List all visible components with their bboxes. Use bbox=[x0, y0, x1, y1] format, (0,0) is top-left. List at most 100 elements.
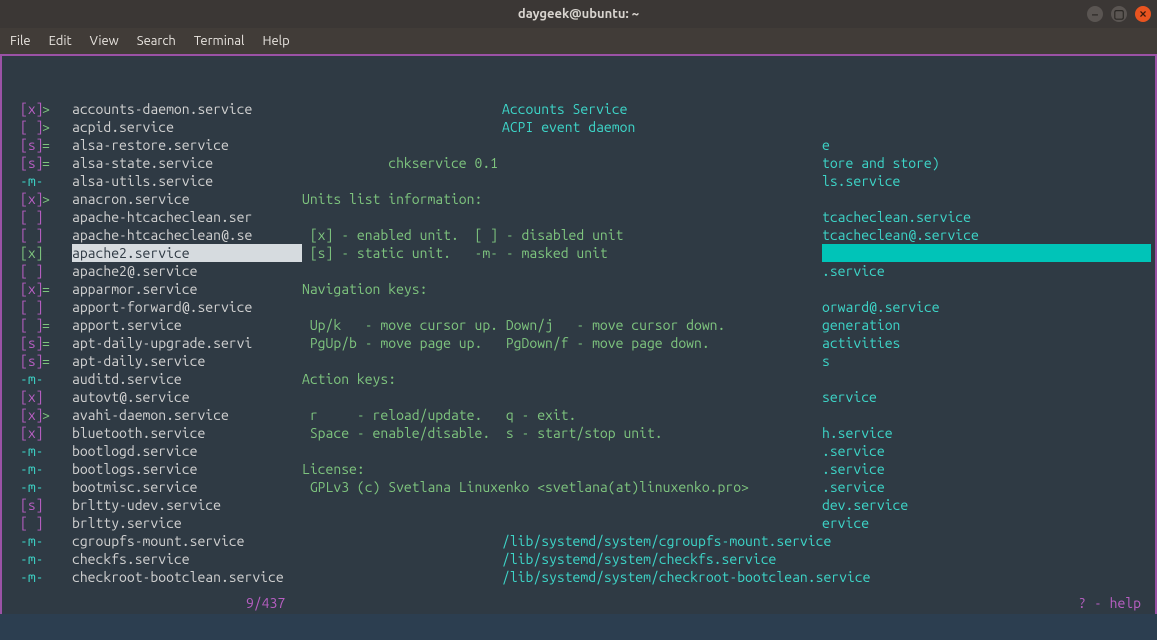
unit-description: tcacheclean@.service bbox=[822, 226, 1151, 244]
unit-description bbox=[822, 550, 1151, 568]
unit-status: -m- bbox=[6, 532, 42, 550]
help-text: chkservice 0.1 bbox=[302, 154, 822, 172]
unit-description bbox=[822, 190, 1151, 208]
help-text: Space - enable/disable. s - start/stop u… bbox=[302, 424, 822, 442]
window-controls: – ▢ × bbox=[1087, 6, 1151, 22]
unit-row[interactable]: [x]>avahi-daemon.service r - reload/upda… bbox=[6, 406, 1151, 424]
help-text: PgUp/b - move page up. PgDown/f - move p… bbox=[302, 334, 822, 352]
unit-row[interactable]: [s] brltty-udev.servicedev.service bbox=[6, 496, 1151, 514]
unit-row[interactable]: [ ] apache-htcacheclean@.se [x] - enable… bbox=[6, 226, 1151, 244]
unit-description: tore and store) bbox=[822, 154, 1151, 172]
unit-run-indicator bbox=[42, 298, 72, 316]
unit-description: ls.service bbox=[822, 172, 1151, 190]
help-text bbox=[302, 352, 822, 370]
help-text bbox=[302, 514, 822, 532]
unit-run-indicator: = bbox=[42, 244, 72, 262]
unit-row[interactable]: [x]=apparmor.serviceNavigation keys: bbox=[6, 280, 1151, 298]
unit-status: [x] bbox=[6, 100, 42, 118]
unit-status: [x] bbox=[6, 388, 42, 406]
unit-status: [ ] bbox=[6, 316, 42, 334]
unit-name: autovt@.service bbox=[72, 388, 302, 406]
unit-row[interactable]: [x] autovt@.service service bbox=[6, 388, 1151, 406]
unit-status: [ ] bbox=[6, 298, 42, 316]
unit-description: tcacheclean.service bbox=[822, 208, 1151, 226]
unit-row[interactable]: [x]>accounts-daemon.serviceAccounts Serv… bbox=[6, 100, 1151, 118]
unit-status: [s] bbox=[6, 154, 42, 172]
unit-status: [ ] bbox=[6, 208, 42, 226]
unit-row[interactable]: -m- bootlogd.service.service bbox=[6, 442, 1151, 460]
help-text bbox=[302, 388, 822, 406]
unit-description bbox=[822, 370, 1151, 388]
menu-help[interactable]: Help bbox=[262, 34, 289, 48]
unit-run-indicator bbox=[42, 478, 72, 496]
unit-run-indicator bbox=[42, 568, 72, 586]
unit-row[interactable]: [s]=alsa-state.service chkservice 0.1tor… bbox=[6, 154, 1151, 172]
menu-terminal[interactable]: Terminal bbox=[194, 34, 245, 48]
terminal-area[interactable]: [x]>accounts-daemon.serviceAccounts Serv… bbox=[0, 54, 1157, 614]
help-text: ACPI event daemon bbox=[302, 118, 822, 136]
unit-status: [x] bbox=[6, 406, 42, 424]
unit-name: apache-htcacheclean.ser bbox=[72, 208, 302, 226]
menu-edit[interactable]: Edit bbox=[49, 34, 72, 48]
unit-run-indicator: > bbox=[42, 118, 72, 136]
unit-description: h.service bbox=[822, 424, 1151, 442]
close-icon[interactable]: × bbox=[1135, 6, 1151, 22]
unit-name: apache2.service bbox=[72, 244, 302, 262]
unit-description: orward@.service bbox=[822, 298, 1151, 316]
minimize-icon[interactable]: – bbox=[1087, 6, 1103, 22]
unit-description bbox=[822, 244, 1151, 262]
unit-description: service bbox=[822, 388, 1151, 406]
unit-row[interactable]: [ ] apache-htcacheclean.ser tcacheclean.s… bbox=[6, 208, 1151, 226]
menu-file[interactable]: File bbox=[10, 34, 31, 48]
unit-row[interactable]: [x] bluetooth.service Space - enable/dis… bbox=[6, 424, 1151, 442]
menu-search[interactable]: Search bbox=[137, 34, 176, 48]
unit-description: .service bbox=[822, 442, 1151, 460]
help-text bbox=[302, 442, 822, 460]
unit-row[interactable]: [ ]=apport.service Up/k - move cursor up… bbox=[6, 316, 1151, 334]
unit-name: checkroot-bootclean.service bbox=[72, 568, 302, 586]
unit-name: bluetooth.service bbox=[72, 424, 302, 442]
unit-row[interactable]: -m- auditd.serviceAction keys: bbox=[6, 370, 1151, 388]
unit-name: apache2@.service bbox=[72, 262, 302, 280]
help-text bbox=[302, 496, 822, 514]
unit-run-indicator bbox=[42, 442, 72, 460]
window-title: daygeek@ubuntu: ~ bbox=[518, 7, 639, 21]
unit-description: .service bbox=[822, 478, 1151, 496]
unit-run-indicator bbox=[42, 208, 72, 226]
menu-view[interactable]: View bbox=[90, 34, 119, 48]
unit-row[interactable]: [s]=alsa-restore.servicee bbox=[6, 136, 1151, 154]
unit-status: [x] bbox=[6, 244, 42, 262]
unit-status: [s] bbox=[6, 496, 42, 514]
unit-row[interactable]: -m- checkfs.service/lib/systemd/system/c… bbox=[6, 550, 1151, 568]
unit-row[interactable]: [x]>anacron.serviceUnits list informatio… bbox=[6, 190, 1151, 208]
unit-row[interactable]: -m- cgroupfs-mount.service/lib/systemd/s… bbox=[6, 532, 1151, 550]
unit-row[interactable]: [ ] apport-forward@.serviceorward@.servi… bbox=[6, 298, 1151, 316]
unit-row[interactable]: [s]=apt-daily-upgrade.servi PgUp/b - mov… bbox=[6, 334, 1151, 352]
unit-row[interactable]: [x]=apache2.service [s] - static unit. -… bbox=[6, 244, 1151, 262]
unit-row[interactable]: [ ]>acpid.serviceACPI event daemon bbox=[6, 118, 1151, 136]
unit-row[interactable]: [ ] apache2@.service.service bbox=[6, 262, 1151, 280]
unit-name: acpid.service bbox=[72, 118, 302, 136]
unit-row[interactable]: -m- alsa-utils.servicels.service bbox=[6, 172, 1151, 190]
unit-run-indicator bbox=[42, 226, 72, 244]
unit-name: bootlogs.service bbox=[72, 460, 302, 478]
unit-row[interactable]: -m- bootlogs.serviceLicense:.service bbox=[6, 460, 1151, 478]
unit-status: -m- bbox=[6, 172, 42, 190]
help-text: GPLv3 (c) Svetlana Linuxenko <svetlana(a… bbox=[302, 478, 822, 496]
maximize-icon[interactable]: ▢ bbox=[1111, 6, 1127, 22]
unit-status: [x] bbox=[6, 424, 42, 442]
menubar: File Edit View Search Terminal Help bbox=[0, 28, 1157, 54]
unit-status: [ ] bbox=[6, 514, 42, 532]
unit-name: apt-daily.service bbox=[72, 352, 302, 370]
position-indicator: 9/437 bbox=[246, 594, 285, 612]
unit-row[interactable]: -m- checkroot-bootclean.service/lib/syst… bbox=[6, 568, 1151, 586]
unit-row[interactable]: [ ] brltty.serviceervice bbox=[6, 514, 1151, 532]
unit-description bbox=[822, 118, 1151, 136]
unit-run-indicator: = bbox=[42, 334, 72, 352]
unit-row[interactable]: [s]=apt-daily.services bbox=[6, 352, 1151, 370]
unit-run-indicator: = bbox=[42, 316, 72, 334]
unit-run-indicator bbox=[42, 532, 72, 550]
unit-run-indicator: = bbox=[42, 280, 72, 298]
unit-description: generation bbox=[822, 316, 1151, 334]
unit-row[interactable]: -m- bootmisc.service GPLv3 (c) Svetlana … bbox=[6, 478, 1151, 496]
